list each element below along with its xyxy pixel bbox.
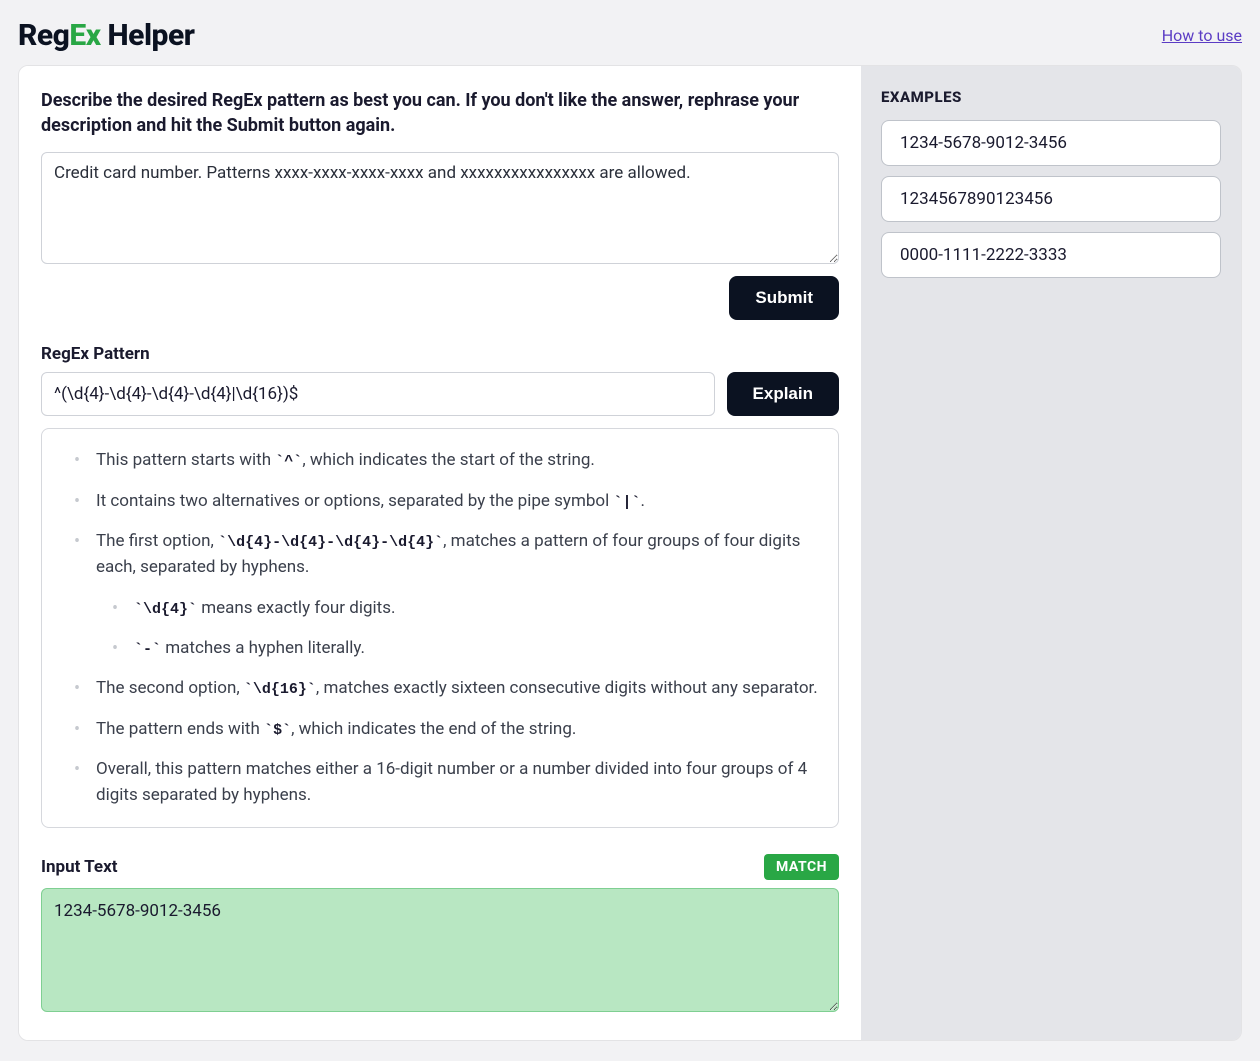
main-panel: Describe the desired RegEx pattern as be… [19,66,861,1040]
explanation-item: It contains two alternatives or options,… [74,488,818,514]
code-snippet: `|` [613,494,640,511]
code-snippet: `\d{4}` [134,601,197,618]
explanation-subitem: `\d{4}` means exactly four digits. [112,595,818,621]
match-badge: MATCH [764,854,839,880]
logo-text-pre: Reg [18,18,69,53]
examples-title: EXAMPLES [881,88,1221,106]
prompt-label: Describe the desired RegEx pattern as be… [41,88,839,138]
code-snippet: `$` [264,722,291,739]
explanation-item: The first option, `\d{4}-\d{4}-\d{4}-\d{… [74,528,818,661]
explanation-box: This pattern starts with `^`, which indi… [41,428,839,827]
input-text-field[interactable] [41,888,839,1012]
app-logo: RegEx Helper [18,18,194,53]
regex-pattern-input[interactable] [41,372,715,416]
code-snippet: `\d{4}-\d{4}-\d{4}-\d{4}` [218,534,443,551]
example-item[interactable]: 1234-5678-9012-3456 [881,120,1221,166]
explanation-item: This pattern starts with `^`, which indi… [74,447,818,473]
logo-text-accent: Ex [69,18,100,53]
logo-text-post: Helper [101,18,195,53]
explanation-subitem: `-` matches a hyphen literally. [112,635,818,661]
topbar: RegEx Helper How to use [18,10,1242,65]
code-snippet: `-` [134,641,161,658]
explanation-item: The second option, `\d{16}`, matches exa… [74,675,818,701]
regex-pattern-label: RegEx Pattern [41,344,839,364]
explain-button[interactable]: Explain [727,372,839,416]
submit-button[interactable]: Submit [729,276,839,320]
explanation-item: Overall, this pattern matches either a 1… [74,756,818,809]
explanation-item: The pattern ends with `$`, which indicat… [74,716,818,742]
example-item[interactable]: 1234567890123456 [881,176,1221,222]
code-snippet: `\d{16}` [244,681,316,698]
description-input[interactable] [41,152,839,264]
example-item[interactable]: 0000-1111-2222-3333 [881,232,1221,278]
input-text-label: Input Text [41,857,117,877]
how-to-use-link[interactable]: How to use [1162,26,1242,45]
examples-sidebar: EXAMPLES 1234-5678-9012-3456 12345678901… [861,66,1241,1040]
code-snippet: `^` [275,453,302,470]
